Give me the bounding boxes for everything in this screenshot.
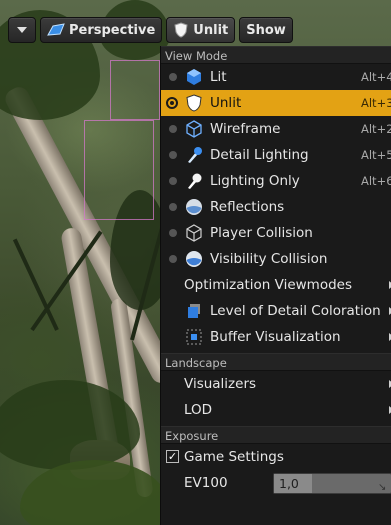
ev100-value: 1,0 [279,476,299,491]
menu-item-label: Buffer Visualization [210,329,341,345]
game-settings-checkbox[interactable]: ✓ [166,450,179,463]
menu-item-label: Game Settings [184,449,284,465]
show-label: Show [246,22,286,38]
menu-item-game-settings[interactable]: ✓ Game Settings [161,444,391,470]
menu-item-label: Visibility Collision [210,251,328,267]
collision-bounds [84,120,154,220]
menu-item-label: Optimization Viewmodes [184,277,353,293]
radio-indicator [169,73,177,81]
radio-indicator [169,151,177,159]
menu-item-optimization-viewmodes[interactable]: Optimization Viewmodes [161,272,391,298]
reflections-sphere-icon [186,199,202,215]
menu-item-label: Reflections [210,199,285,215]
menu-item-label: Lighting Only [210,173,300,189]
shortcut-text: Alt+2 [361,122,391,136]
menu-item-label: Wireframe [210,121,281,137]
radio-indicator [169,177,177,185]
radio-indicator [169,125,177,133]
radio-indicator [169,229,177,237]
resize-grip-icon: ↘ [378,482,387,493]
unlit-shield-icon [186,94,202,112]
menu-item-label: Lit [210,69,227,85]
perspective-icon [47,23,65,36]
menu-item-label: Visualizers [184,376,257,392]
menu-item-visibility-collision[interactable]: Visibility Collision [161,246,391,272]
wireframe-cube-icon [186,120,202,138]
menu-item-reflections[interactable]: Reflections [161,194,391,220]
ev100-label: EV100 [184,475,228,491]
menu-item-label: Unlit [210,95,242,111]
menu-item-lighting-only[interactable]: Lighting Only Alt+6 [161,168,391,194]
visibility-collision-icon [186,251,202,267]
view-mode-button[interactable]: Unlit [166,17,236,43]
ev100-spinbox[interactable]: 1,0 ↘ [273,473,391,494]
menu-item-unlit[interactable]: Unlit Alt+3 [161,90,391,116]
menu-item-wireframe[interactable]: Wireframe Alt+2 [161,116,391,142]
menu-item-label: Player Collision [210,225,313,241]
shortcut-text: Alt+3 [361,96,391,110]
section-header-view-mode: View Mode [161,46,391,64]
radio-indicator [169,255,177,263]
viewport-options-button[interactable] [8,17,36,43]
menu-item-lod[interactable]: LOD [161,397,391,423]
unlit-shield-icon [174,22,188,38]
collision-bounds [110,60,160,120]
player-collision-icon [186,224,202,242]
menu-item-label: Level of Detail Coloration [210,303,381,319]
detail-lighting-icon [188,147,202,163]
section-header-exposure: Exposure [161,426,391,444]
menu-item-player-collision[interactable]: Player Collision [161,220,391,246]
menu-item-label: Detail Lighting [210,147,309,163]
view-mode-menu: View Mode Lit Alt+4 Unlit Alt+3 Wirefram… [160,46,391,525]
chevron-down-icon [17,27,27,33]
perspective-label: Perspective [69,22,156,38]
shortcut-text: Alt+4 [361,70,391,84]
lighting-only-icon [188,173,202,189]
menu-item-lit[interactable]: Lit Alt+4 [161,64,391,90]
show-button[interactable]: Show [239,17,293,43]
menu-item-detail-lighting[interactable]: Detail Lighting Alt+5 [161,142,391,168]
radio-indicator-selected [166,97,178,109]
section-header-landscape: Landscape [161,353,391,371]
shortcut-text: Alt+6 [361,174,391,188]
shortcut-text: Alt+5 [361,148,391,162]
lod-coloration-icon [188,304,200,318]
menu-item-level-of-detail-coloration[interactable]: Level of Detail Coloration [161,298,391,324]
radio-indicator [169,203,177,211]
view-mode-label: Unlit [193,22,229,38]
lit-sphere-icon [187,69,201,85]
buffer-visualization-icon [186,329,202,345]
menu-item-visualizers[interactable]: Visualizers [161,371,391,397]
perspective-button[interactable]: Perspective [40,17,163,43]
menu-item-label: LOD [184,402,213,418]
foliage [0,380,140,470]
menu-item-buffer-visualization[interactable]: Buffer Visualization [161,324,391,350]
viewport-toolbar: Perspective Unlit Show [8,17,293,43]
fern-frond [12,238,59,331]
menu-item-ev100: EV100 1,0 ↘ [161,470,391,496]
